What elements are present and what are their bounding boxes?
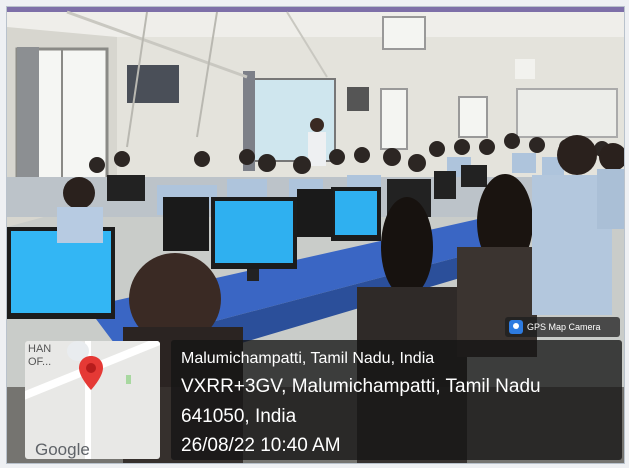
address-line-3: 641050, India [181, 406, 297, 427]
map-park [126, 375, 131, 384]
map-place-label: HAN OF... [28, 343, 52, 368]
address-line-1: Malumichampatti, Tamil Nadu, India [181, 350, 435, 367]
map-pin-icon [79, 356, 103, 390]
badge-label: GPS Map Camera [527, 322, 601, 332]
map-thumbnail: HAN OF... Google [25, 341, 160, 459]
photo-frame: GPS Map Camera HAN OF... Google Malumich… [6, 6, 625, 464]
camera-icon [509, 320, 523, 334]
location-overlay: Malumichampatti, Tamil Nadu, India VXRR+… [171, 340, 622, 460]
timestamp: 26/08/22 10:40 AM [181, 435, 341, 456]
address-line-2: VXRR+3GV, Malumichampatti, Tamil Nadu [181, 376, 541, 397]
google-logo: Google [35, 440, 90, 459]
gps-camera-badge: GPS Map Camera [505, 317, 620, 337]
